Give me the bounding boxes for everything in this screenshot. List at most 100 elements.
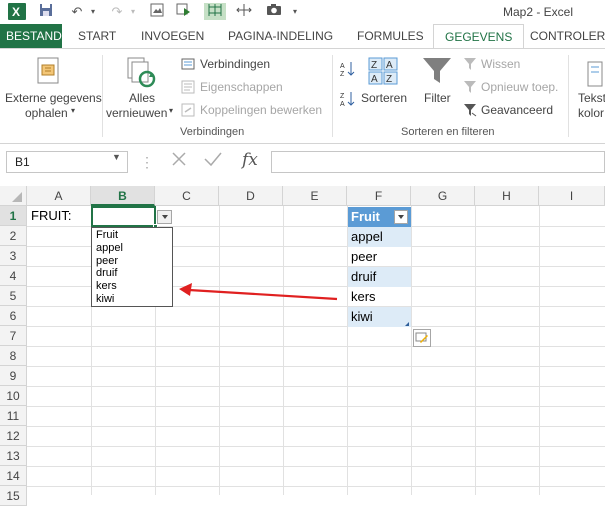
external-data-dropdown-icon[interactable]: ▾ xyxy=(71,106,75,115)
column-header-e[interactable]: E xyxy=(283,186,347,206)
insert-function-icon[interactable]: fx xyxy=(242,150,258,170)
tab-formules[interactable]: FORMULES xyxy=(357,24,424,48)
group-label-sort-filter: Sorteren en filteren xyxy=(401,126,495,138)
column-header-f[interactable]: F xyxy=(347,186,411,206)
name-box-dropdown-icon[interactable]: ▼ xyxy=(112,152,121,162)
external-data-label-2[interactable]: ophalen xyxy=(25,106,68,120)
dropdown-option[interactable]: peer xyxy=(96,255,172,268)
svg-text:A: A xyxy=(340,63,345,70)
tab-pagina-indeling[interactable]: PAGINA-INDELING xyxy=(228,24,333,48)
row-header-8[interactable]: 8 xyxy=(0,346,27,366)
text-to-columns-icon[interactable] xyxy=(586,61,605,90)
edit-links-icon[interactable] xyxy=(181,103,195,120)
row-header-1[interactable]: 1 xyxy=(0,206,27,226)
table-row[interactable]: appel xyxy=(348,227,411,247)
table-resize-handle[interactable] xyxy=(405,322,409,326)
group-separator xyxy=(332,55,333,137)
external-data-icon[interactable] xyxy=(33,55,63,88)
table-row[interactable]: peer xyxy=(348,247,411,267)
enter-icon[interactable] xyxy=(203,150,223,171)
svg-text:A: A xyxy=(340,101,345,107)
connections-button[interactable]: Verbindingen xyxy=(200,57,270,71)
properties-button[interactable]: Eigenschappen xyxy=(200,80,283,94)
row-header-14[interactable]: 14 xyxy=(0,466,27,486)
ribbon-tabs: BESTAND START INVOEGEN PAGINA-INDELING F… xyxy=(0,24,605,49)
sort-za-icon[interactable]: ZA xyxy=(340,91,356,110)
gridline xyxy=(27,426,605,427)
row-header-15[interactable]: 15 xyxy=(0,486,27,506)
formula-bar: B1 ▼ ⋮ fx xyxy=(0,144,605,186)
text-to-columns-label-2[interactable]: kolor xyxy=(578,106,604,120)
svg-text:Z: Z xyxy=(340,71,345,77)
row-header-5[interactable]: 5 xyxy=(0,286,27,306)
table-row[interactable]: kers xyxy=(348,287,411,307)
table-row[interactable]: kiwi xyxy=(348,307,411,327)
text-to-columns-label-1[interactable]: Tekst xyxy=(578,91,605,105)
row-header-4[interactable]: 4 xyxy=(0,266,27,286)
reapply-icon[interactable] xyxy=(463,80,477,97)
select-all-corner[interactable] xyxy=(0,186,27,206)
sort-button[interactable]: Sorteren xyxy=(361,91,407,105)
window-title: Map2 - Excel xyxy=(502,5,573,19)
refresh-all-dropdown-icon[interactable]: ▾ xyxy=(169,106,173,115)
row-header-9[interactable]: 9 xyxy=(0,366,27,386)
edit-links-button[interactable]: Koppelingen bewerken xyxy=(200,103,322,117)
column-header-b[interactable]: B xyxy=(91,186,155,206)
refresh-all-icon[interactable] xyxy=(125,55,159,92)
advanced-filter-icon[interactable] xyxy=(463,103,477,120)
formula-input[interactable] xyxy=(271,151,605,173)
table-row[interactable]: druif xyxy=(348,267,411,287)
table-filter-dropdown-icon[interactable] xyxy=(394,210,408,224)
row-header-11[interactable]: 11 xyxy=(0,406,27,426)
cell-a1[interactable]: FRUIT: xyxy=(28,206,71,226)
tab-bestand[interactable]: BESTAND xyxy=(0,24,62,48)
tab-controleren[interactable]: CONTROLERE xyxy=(530,24,605,48)
row-header-3[interactable]: 3 xyxy=(0,246,27,266)
row-header-13[interactable]: 13 xyxy=(0,446,27,466)
dropdown-option[interactable]: druif xyxy=(96,267,172,280)
refresh-all-label-2[interactable]: vernieuwen xyxy=(106,106,167,120)
advanced-filter-button[interactable]: Geavanceerd xyxy=(481,103,553,117)
gridline xyxy=(411,206,412,495)
column-header-c[interactable]: C xyxy=(155,186,219,206)
column-header-a[interactable]: A xyxy=(27,186,91,206)
dropdown-option[interactable]: appel xyxy=(96,242,172,255)
filter-icon[interactable] xyxy=(421,55,453,90)
dropdown-option[interactable]: Fruit xyxy=(96,229,172,242)
tab-invoegen[interactable]: INVOEGEN xyxy=(141,24,204,48)
properties-icon[interactable] xyxy=(181,80,195,97)
sort-az-icon[interactable]: AZ xyxy=(340,61,356,80)
annotation-arrow xyxy=(179,283,338,301)
column-header-h[interactable]: H xyxy=(475,186,539,206)
group-label-connections: Verbindingen xyxy=(180,126,245,138)
column-header-g[interactable]: G xyxy=(411,186,475,206)
validation-dropdown-button[interactable] xyxy=(157,210,172,224)
sort-dialog-icon[interactable]: ZAAZ xyxy=(368,57,398,88)
external-data-label-1[interactable]: Externe gegevens xyxy=(5,91,102,105)
cancel-icon[interactable] xyxy=(170,150,188,171)
row-header-2[interactable]: 2 xyxy=(0,226,27,246)
name-box[interactable]: B1 xyxy=(6,151,128,173)
validation-dropdown-list[interactable]: Fruit appel peer druif kers kiwi xyxy=(91,227,173,307)
table-header-fruit[interactable]: Fruit xyxy=(348,207,411,227)
dropdown-option[interactable]: kiwi xyxy=(96,293,172,306)
tab-gegevens[interactable]: GEGEVENS xyxy=(433,24,525,49)
cell-b1-selected[interactable] xyxy=(91,206,156,227)
refresh-all-label-1[interactable]: Alles xyxy=(129,91,155,105)
column-header-d[interactable]: D xyxy=(219,186,283,206)
filter-button[interactable]: Filter xyxy=(424,91,451,105)
dropdown-option[interactable]: kers xyxy=(96,280,172,293)
row-header-12[interactable]: 12 xyxy=(0,426,27,446)
gridline xyxy=(27,346,605,347)
connections-icon[interactable] xyxy=(181,57,195,74)
clear-filter-icon[interactable] xyxy=(463,57,477,74)
quick-analysis-icon[interactable] xyxy=(413,329,431,347)
gridline xyxy=(27,406,605,407)
tab-start[interactable]: START xyxy=(78,24,116,48)
reapply-button[interactable]: Opnieuw toep. xyxy=(481,80,558,94)
column-header-i[interactable]: I xyxy=(539,186,605,206)
clear-filter-button[interactable]: Wissen xyxy=(481,57,520,71)
row-header-7[interactable]: 7 xyxy=(0,326,27,346)
row-header-6[interactable]: 6 xyxy=(0,306,27,326)
row-header-10[interactable]: 10 xyxy=(0,386,27,406)
